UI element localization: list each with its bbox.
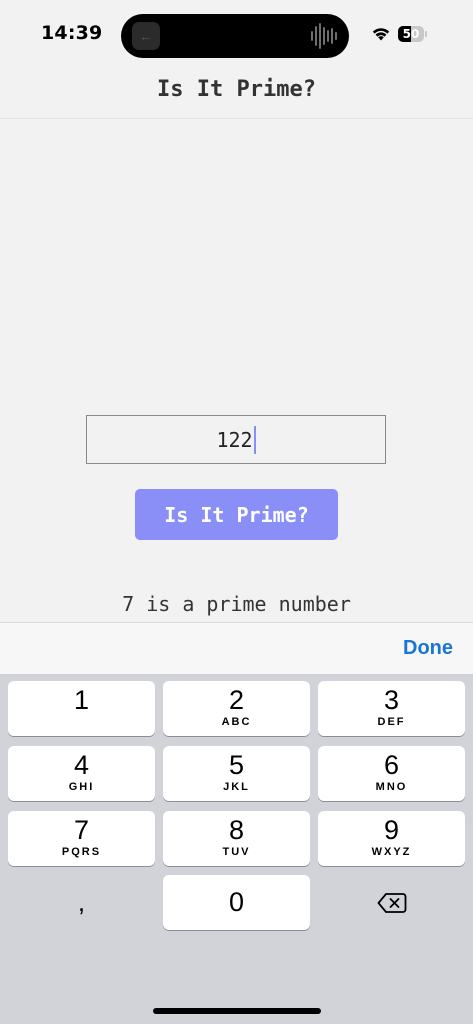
key-2[interactable]: 2 ABC — [163, 681, 310, 736]
island-app-icon: ← — [132, 22, 160, 50]
status-bar: 14:39 ← 50 — [0, 0, 473, 60]
numeric-keypad: 1 2 ABC 3 DEF 4 GHI 5 JKL 6 MNO 7 PQRS 8… — [0, 674, 473, 1024]
dynamic-island[interactable]: ← — [121, 14, 349, 58]
key-digit: 1 — [73, 685, 90, 715]
key-digit: 5 — [228, 750, 245, 780]
key-letters: MNO — [375, 781, 408, 793]
key-letters: JKL — [223, 781, 250, 793]
key-letters: ABC — [221, 716, 252, 728]
key-7[interactable]: 7 PQRS — [8, 811, 155, 866]
key-letters: DEF — [377, 716, 406, 728]
battery-level: 50 — [402, 27, 420, 41]
text-caret — [253, 425, 256, 454]
delete-key[interactable] — [318, 875, 465, 930]
key-4[interactable]: 4 GHI — [8, 746, 155, 801]
wifi-icon — [372, 28, 390, 41]
key-digit: 7 — [73, 815, 90, 845]
page-title: Is It Prime? — [157, 77, 316, 102]
key-0[interactable]: 0 — [163, 875, 310, 930]
key-digit: 8 — [228, 815, 245, 845]
key-letters: TUV — [222, 846, 251, 858]
key-letters: WXYZ — [371, 846, 412, 858]
key-3[interactable]: 3 DEF — [318, 681, 465, 736]
key-letters: PQRS — [61, 846, 102, 858]
key-letters: GHI — [68, 781, 95, 793]
key-8[interactable]: 8 TUV — [163, 811, 310, 866]
navigation-bar: Is It Prime? — [0, 60, 473, 119]
number-input-value: 122 — [216, 427, 253, 452]
key-digit: 4 — [73, 750, 90, 780]
key-6[interactable]: 6 MNO — [318, 746, 465, 801]
delete-backspace-icon — [377, 892, 406, 913]
result-text: 7 is a prime number — [122, 592, 351, 616]
audio-waveform-icon — [311, 22, 337, 50]
home-indicator[interactable] — [153, 1008, 321, 1014]
key-1[interactable]: 1 — [8, 681, 155, 736]
status-time: 14:39 — [41, 22, 103, 44]
key-5[interactable]: 5 JKL — [163, 746, 310, 801]
keyboard-accessory-bar: Done — [0, 622, 473, 674]
done-button[interactable]: Done — [403, 637, 453, 660]
key-9[interactable]: 9 WXYZ — [318, 811, 465, 866]
key-digit: 0 — [228, 887, 245, 917]
key-digit: 9 — [383, 815, 400, 845]
key-digit: 3 — [383, 685, 400, 715]
comma-key[interactable]: , — [8, 875, 155, 930]
battery-icon: 50 — [398, 26, 428, 42]
key-digit: 6 — [383, 750, 400, 780]
number-input[interactable]: 122 — [86, 415, 386, 464]
is-it-prime-button[interactable]: Is It Prime? — [135, 489, 338, 540]
key-digit: 2 — [228, 685, 245, 715]
